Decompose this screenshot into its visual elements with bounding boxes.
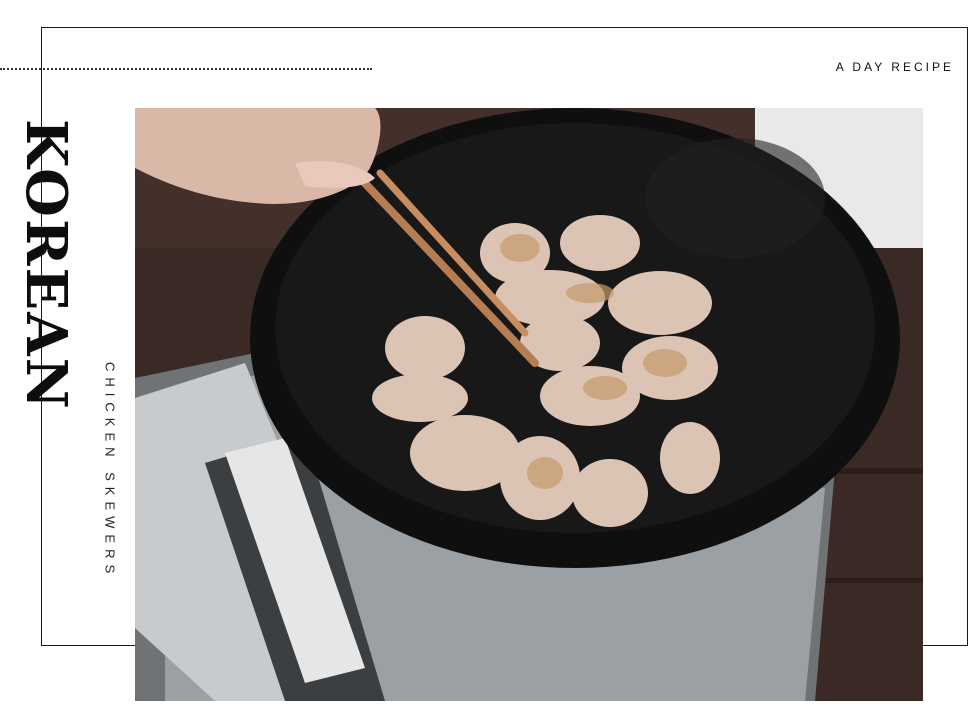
photo-illustration bbox=[135, 108, 923, 701]
recipe-photo bbox=[135, 108, 923, 701]
vertical-subtitle: CHICKEN SKEWERS bbox=[98, 362, 122, 630]
vertical-title: KOREAN bbox=[13, 115, 79, 415]
wok-highlight bbox=[645, 138, 825, 258]
title-text: KOREAN bbox=[13, 119, 79, 411]
eyebrow-label: A DAY RECIPE bbox=[835, 60, 954, 74]
dotted-rule bbox=[0, 68, 372, 70]
subtitle-text: CHICKEN SKEWERS bbox=[102, 362, 118, 580]
